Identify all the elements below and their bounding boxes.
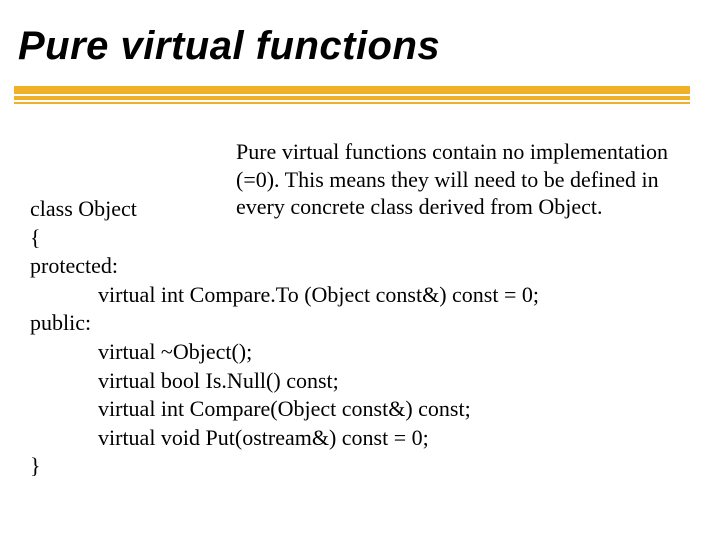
code-line: virtual void Put(ostream&) const = 0; xyxy=(30,424,690,453)
title-underline xyxy=(14,86,690,112)
code-line: protected: xyxy=(30,252,690,281)
code-line: class Object xyxy=(30,195,690,224)
slide-title: Pure virtual functions xyxy=(18,24,440,69)
code-line: virtual bool Is.Null() const; xyxy=(30,367,690,396)
underline-bar-medium xyxy=(14,96,690,100)
code-line: public: xyxy=(30,309,690,338)
code-line: { xyxy=(30,224,690,253)
code-line: } xyxy=(30,452,690,481)
code-line: virtual int Compare(Object const&) const… xyxy=(30,395,690,424)
slide: Pure virtual functions Pure virtual func… xyxy=(0,0,720,540)
code-line: virtual ~Object(); xyxy=(30,338,690,367)
code-line: virtual int Compare.To (Object const&) c… xyxy=(30,281,690,310)
underline-bar-thin xyxy=(14,102,690,104)
code-block: class Object { protected: virtual int Co… xyxy=(30,195,690,481)
underline-bar-thick xyxy=(14,86,690,94)
